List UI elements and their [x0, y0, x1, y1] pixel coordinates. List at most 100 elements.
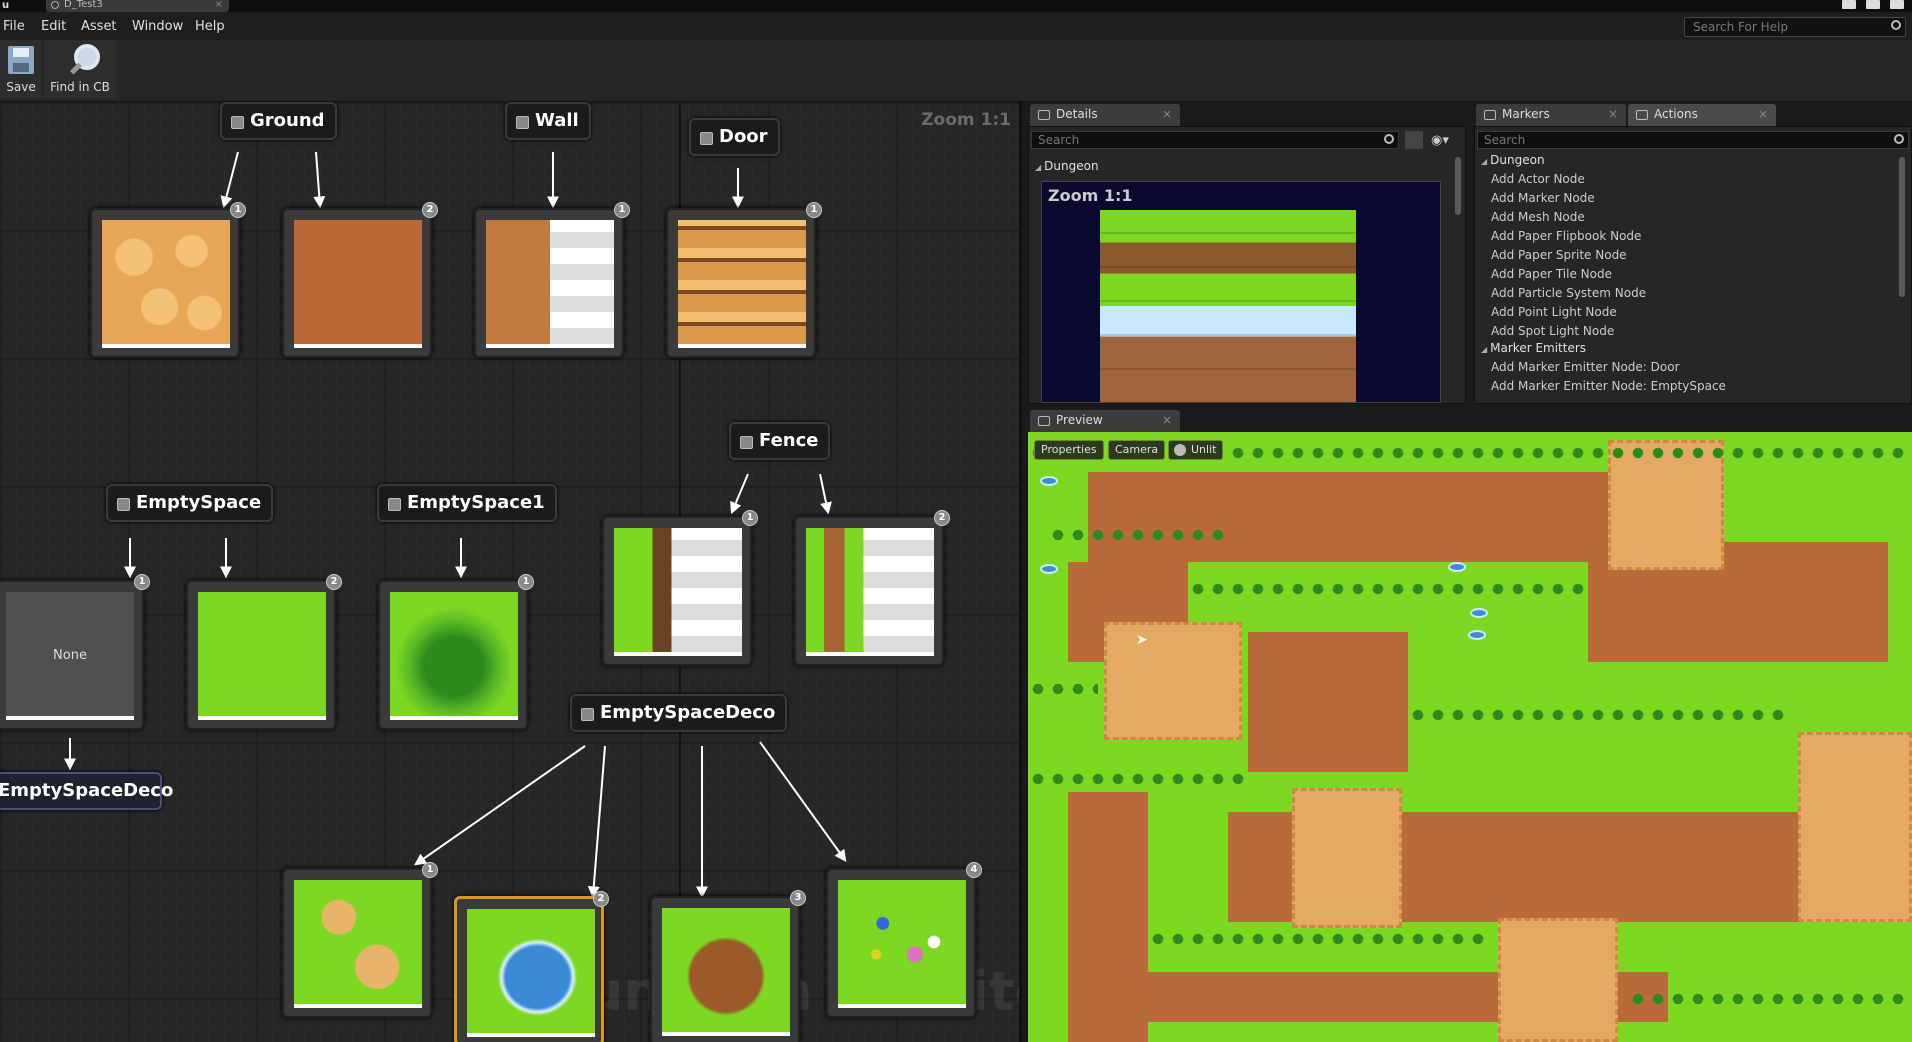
action-item[interactable]: Add Marker Node [1491, 191, 1595, 205]
visual-node-deco-3[interactable]: 3 [650, 890, 806, 1042]
close-icon[interactable]: × [1758, 107, 1768, 121]
action-item[interactable]: Add Marker Emitter Node: EmptySpace [1491, 379, 1726, 393]
save-button[interactable]: Save [0, 40, 42, 98]
title-bar: u D_Test3 × [0, 0, 1912, 12]
close-icon[interactable]: × [1162, 413, 1172, 427]
details-scrollbar[interactable] [1455, 157, 1461, 215]
menu-window[interactable]: Window [132, 19, 183, 34]
action-item[interactable]: Add Mesh Node [1491, 210, 1585, 224]
view-options-icon[interactable] [1405, 131, 1423, 149]
search-icon [1384, 134, 1394, 144]
details-category-dungeon[interactable]: Dungeon [1035, 159, 1098, 173]
marker-emitter-emptyspacedeco[interactable]: EmptySpaceDeco [0, 772, 173, 810]
properties-button[interactable]: Properties [1034, 440, 1104, 460]
none-label: None [6, 592, 134, 720]
preview-viewport[interactable]: ➤ [1028, 432, 1912, 1042]
details-icon [1038, 110, 1050, 120]
document-tab[interactable]: D_Test3 × [46, 0, 229, 12]
zoom-level: Zoom 1:1 [921, 110, 1011, 130]
tileset-preview: Zoom 1:1 [1041, 181, 1441, 403]
action-item[interactable]: Add Spot Light Node [1491, 324, 1614, 338]
menu-edit[interactable]: Edit [41, 19, 66, 34]
save-label: Save [6, 80, 36, 94]
close-icon[interactable]: × [1162, 107, 1172, 121]
action-item[interactable]: Add Particle System Node [1491, 286, 1646, 300]
visual-node-deco-1[interactable]: 1 [282, 862, 438, 1018]
tile-thumbnail [467, 909, 595, 1037]
marker-node-wall[interactable]: Wall [505, 102, 591, 140]
sand-patch [1798, 732, 1912, 922]
actions-category-marker-emitters[interactable]: Marker Emitters [1481, 341, 1586, 355]
priority-badge: 1 [806, 202, 822, 218]
sand-patch [1498, 918, 1618, 1042]
visual-node-ground-1[interactable]: 1 [90, 202, 246, 358]
details-search-input[interactable]: Search [1031, 131, 1399, 149]
visual-node-fence-2[interactable]: 2 [794, 510, 950, 666]
maximize-button[interactable] [1866, 0, 1880, 9]
visual-node-deco-2-selected[interactable]: 2 [454, 891, 609, 1042]
close-icon[interactable]: × [1608, 107, 1618, 121]
priority-badge: 1 [230, 202, 246, 218]
theme-graph-editor[interactable]: Zoom 1:1 Dungeon Architect Ground Wall D… [0, 102, 1022, 1042]
action-item[interactable]: Add Paper Sprite Node [1491, 248, 1627, 262]
water-pond [1470, 608, 1488, 618]
asset-icon [51, 1, 59, 9]
action-item[interactable]: Add Actor Node [1491, 172, 1585, 186]
tab-actions-label: Actions [1654, 107, 1698, 121]
minimize-button[interactable] [1842, 0, 1856, 9]
find-label: Find in CB [50, 80, 110, 94]
action-item[interactable]: Add Point Light Node [1491, 305, 1617, 319]
actions-search-input[interactable]: Search [1477, 131, 1909, 149]
marker-node-fence[interactable]: Fence [729, 422, 831, 460]
tab-preview[interactable]: Preview × [1030, 410, 1180, 432]
marker-node-emptyspace[interactable]: EmptySpace [106, 484, 274, 522]
details-search-placeholder: Search [1038, 133, 1080, 147]
lighting-icon [1174, 444, 1186, 456]
camera-button[interactable]: Camera [1108, 440, 1166, 460]
water-pond [1040, 564, 1058, 574]
menu-file[interactable]: File [3, 19, 25, 34]
priority-badge: 2 [422, 202, 438, 218]
menu-asset[interactable]: Asset [81, 19, 117, 34]
visual-node-ground-2[interactable]: 2 [282, 202, 438, 358]
eye-icon[interactable]: ◉▾ [1431, 133, 1449, 148]
toolbar: Save Find in CB [0, 40, 1912, 102]
actions-category-dungeon[interactable]: Dungeon [1481, 153, 1544, 167]
search-icon [1891, 20, 1901, 30]
bush-row [1408, 708, 1788, 722]
action-item[interactable]: Add Marker Emitter Node: Door [1491, 360, 1680, 374]
visual-node-door-1[interactable]: 1 [666, 202, 822, 358]
unlit-label: Unlit [1191, 443, 1217, 456]
marker-node-door[interactable]: Door [689, 118, 780, 156]
priority-badge: 3 [790, 890, 806, 906]
marker-node-emptyspacedeco[interactable]: EmptySpaceDeco [570, 694, 788, 732]
visual-node-fence-1[interactable]: 1 [602, 510, 758, 666]
help-search-input[interactable]: Search For Help [1684, 17, 1906, 37]
visual-node-bush-1[interactable]: 1 [378, 574, 534, 730]
marker-node-emptyspace1[interactable]: EmptySpace1 [377, 484, 557, 522]
marker-node-ground[interactable]: Ground [220, 102, 337, 140]
tab-details[interactable]: Details × [1030, 104, 1180, 126]
actions-search-placeholder: Search [1484, 133, 1526, 147]
tab-preview-label: Preview [1056, 413, 1103, 427]
actions-scrollbar[interactable] [1899, 157, 1905, 297]
tile-thumbnail [390, 592, 518, 720]
visual-node-grass-2[interactable]: 2 [186, 574, 342, 730]
close-window-button[interactable] [1890, 0, 1904, 9]
action-item[interactable]: Add Paper Tile Node [1491, 267, 1612, 281]
close-icon[interactable]: × [215, 0, 223, 10]
unlit-button[interactable]: Unlit [1168, 440, 1224, 460]
tab-markers[interactable]: Markers × [1476, 104, 1626, 126]
menu-bar: File Edit Asset Window Help [0, 12, 1912, 40]
action-item[interactable]: Add Paper Flipbook Node [1491, 229, 1641, 243]
tile-thumbnail [294, 880, 422, 1008]
priority-badge: 4 [966, 862, 982, 878]
visual-node-wall-1[interactable]: 1 [474, 202, 630, 358]
find-in-cb-button[interactable]: Find in CB [44, 40, 116, 98]
visual-node-deco-4[interactable]: 4 [826, 862, 982, 1018]
visual-node-none[interactable]: None 1 [0, 574, 150, 730]
tab-actions[interactable]: Actions × [1628, 104, 1776, 126]
mouse-cursor-icon: ➤ [1136, 632, 1148, 648]
actions-panel: Search Dungeon Add Actor Node Add Marker… [1474, 126, 1912, 404]
menu-help[interactable]: Help [195, 19, 225, 34]
